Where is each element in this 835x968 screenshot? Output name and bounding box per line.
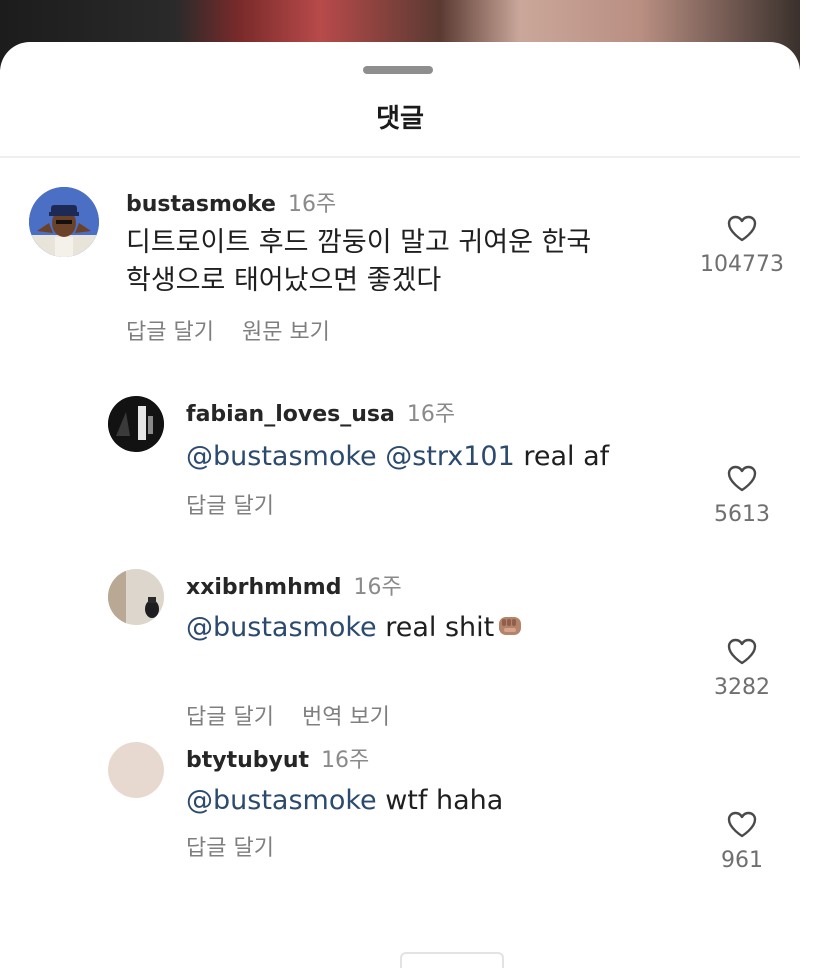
like-count: 5613: [714, 502, 770, 527]
comment-text: @bustasmoke real shit: [186, 609, 524, 647]
like-count: 3282: [714, 675, 770, 700]
heart-icon[interactable]: [726, 637, 758, 665]
mention-link[interactable]: @bustasmoke: [186, 612, 377, 643]
mention-link[interactable]: @bustasmoke: [186, 785, 377, 816]
comment-username[interactable]: bustasmoke 16주: [126, 186, 336, 218]
like-count: 104773: [700, 252, 784, 277]
comment-time: 16주: [353, 575, 402, 600]
like-area: 961: [682, 810, 802, 873]
comment-actions: 답글 달기 번역 보기: [186, 699, 390, 731]
sheet-drag-handle[interactable]: [363, 66, 433, 74]
mention-link[interactable]: @strx101: [385, 441, 515, 472]
like-area: 104773: [682, 214, 802, 277]
comment-body: real shit: [385, 612, 495, 643]
heart-icon[interactable]: [726, 464, 758, 492]
comment-actions: 답글 달기: [186, 488, 274, 520]
fist-emoji-icon: [499, 617, 522, 635]
comment-text-line: 학생으로 태어났으면 좋겠다: [126, 265, 442, 296]
comment-username[interactable]: xxibrhmhmd 16주: [186, 569, 402, 601]
comment-item: fabian_loves_usa 16주 @bustasmoke @strx101…: [0, 392, 800, 532]
reply-button[interactable]: 답글 달기: [186, 836, 274, 861]
see-translation-button[interactable]: 번역 보기: [302, 705, 390, 730]
comment-item: btytubyut 16주 @bustasmoke wtf haha 답글 달기 …: [0, 738, 800, 878]
heart-icon[interactable]: [726, 214, 758, 242]
avatar[interactable]: [108, 396, 164, 452]
username-text: fabian_loves_usa: [186, 402, 395, 427]
reply-button[interactable]: 답글 달기: [126, 320, 214, 345]
like-area: 3282: [682, 637, 802, 700]
comment-time: 16주: [287, 192, 337, 217]
see-original-button[interactable]: 원문 보기: [242, 320, 330, 345]
comment-text: @bustasmoke @strx101 real af: [186, 438, 609, 476]
heart-icon[interactable]: [726, 810, 758, 838]
avatar[interactable]: [108, 742, 164, 798]
reply-button[interactable]: 답글 달기: [186, 494, 274, 519]
username-text: btytubyut: [186, 748, 310, 773]
comment-actions: 답글 달기: [186, 830, 274, 862]
comment-text-line: 디트로이트 후드 깜둥이 말고 귀여운 한국: [126, 227, 592, 258]
mention-link[interactable]: @bustasmoke: [186, 441, 377, 472]
comment-item: bustasmoke 16주 디트로이트 후드 깜둥이 말고 귀여운 한국 학생으…: [0, 182, 800, 352]
username-text: xxibrhmhmd: [186, 575, 342, 600]
like-area: 5613: [682, 464, 802, 527]
avatar[interactable]: [29, 187, 99, 257]
comment-time: 16주: [321, 748, 370, 773]
comment-actions: 답글 달기 원문 보기: [126, 314, 330, 346]
right-edge: [800, 0, 835, 961]
like-count: 961: [721, 848, 763, 873]
header-divider: [0, 156, 800, 158]
comment-text: 디트로이트 후드 깜둥이 말고 귀여운 한국 학생으로 태어났으면 좋겠다: [126, 224, 591, 300]
comment-username[interactable]: fabian_loves_usa 16주: [186, 396, 455, 428]
comment-body: wtf haha: [385, 785, 504, 816]
bottom-input-edge: [400, 952, 504, 968]
username-text: bustasmoke: [126, 192, 276, 217]
comment-time: 16주: [406, 402, 456, 427]
reply-button[interactable]: 답글 달기: [186, 705, 274, 730]
sheet-title: 댓글: [376, 104, 424, 134]
avatar[interactable]: [108, 569, 164, 625]
comment-body: real af: [523, 441, 610, 472]
comments-sheet: 댓글 bustasmoke 16주 디트로이트 후드 깜둥이 말고 귀여운 한국 …: [0, 42, 800, 961]
comment-item: xxibrhmhmd 16주 @bustasmoke real shit 답글 달…: [0, 565, 802, 730]
comment-username[interactable]: btytubyut 16주: [186, 742, 369, 774]
comment-text: @bustasmoke wtf haha: [186, 782, 503, 820]
